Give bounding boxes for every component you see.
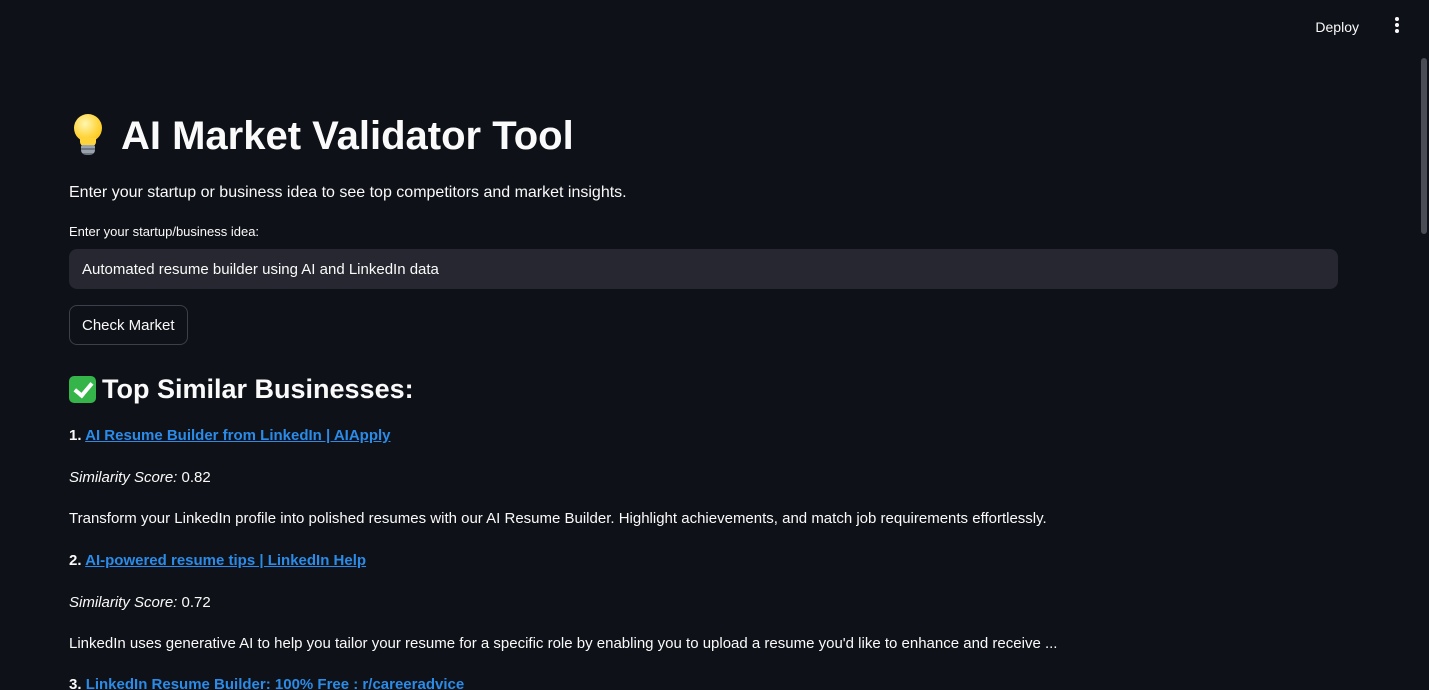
result-link[interactable]: LinkedIn Resume Builder: 100% Free : r/c…: [86, 676, 465, 690]
result-number: 2.: [69, 552, 82, 569]
result-heading: 2. AI-powered resume tips | LinkedIn Hel…: [69, 551, 366, 571]
check-market-button[interactable]: Check Market: [69, 305, 188, 345]
result-description: Transform your LinkedIn profile into pol…: [69, 510, 1047, 527]
check-mark-icon: [69, 375, 96, 403]
results-heading: Top Similar Businesses:: [69, 370, 414, 408]
page-subtitle: Enter your startup or business idea to s…: [69, 184, 627, 201]
similarity-score-value: 0.72: [181, 594, 211, 611]
more-vertical-icon: [1395, 17, 1399, 21]
lightbulb-icon: [71, 114, 105, 158]
idea-input[interactable]: [69, 249, 1338, 289]
page-title: AI Market Validator Tool: [71, 108, 574, 164]
similarity-score-value: 0.82: [181, 469, 211, 486]
page-title-text: AI Market Validator Tool: [121, 114, 574, 158]
similarity-score-label: Similarity Score:: [69, 469, 178, 486]
result-number: 3.: [69, 676, 82, 690]
scrollbar-thumb[interactable]: [1421, 58, 1427, 234]
scrollbar[interactable]: [1419, 54, 1429, 690]
deploy-button[interactable]: Deploy: [1315, 16, 1359, 38]
similarity-score: Similarity Score: 0.72: [69, 593, 211, 613]
result-link[interactable]: AI-powered resume tips | LinkedIn Help: [85, 552, 366, 569]
result-number: 1.: [69, 427, 82, 444]
idea-input-label: Enter your startup/business idea:: [69, 224, 260, 239]
results-heading-text: Top Similar Businesses:: [102, 374, 414, 404]
main-menu-button[interactable]: [1389, 17, 1405, 37]
top-toolbar: Deploy: [0, 0, 1429, 54]
app-root: Deploy AI Market Validator Tool Enter yo…: [0, 0, 1429, 690]
similarity-score-label: Similarity Score:: [69, 594, 178, 611]
result-heading: 1. AI Resume Builder from LinkedIn | AIA…: [69, 426, 391, 446]
result-description: LinkedIn uses generative AI to help you …: [69, 635, 1058, 652]
result-link[interactable]: AI Resume Builder from LinkedIn | AIAppl…: [85, 427, 390, 444]
similarity-score: Similarity Score: 0.82: [69, 468, 211, 488]
result-heading: 3. LinkedIn Resume Builder: 100% Free : …: [69, 675, 464, 690]
